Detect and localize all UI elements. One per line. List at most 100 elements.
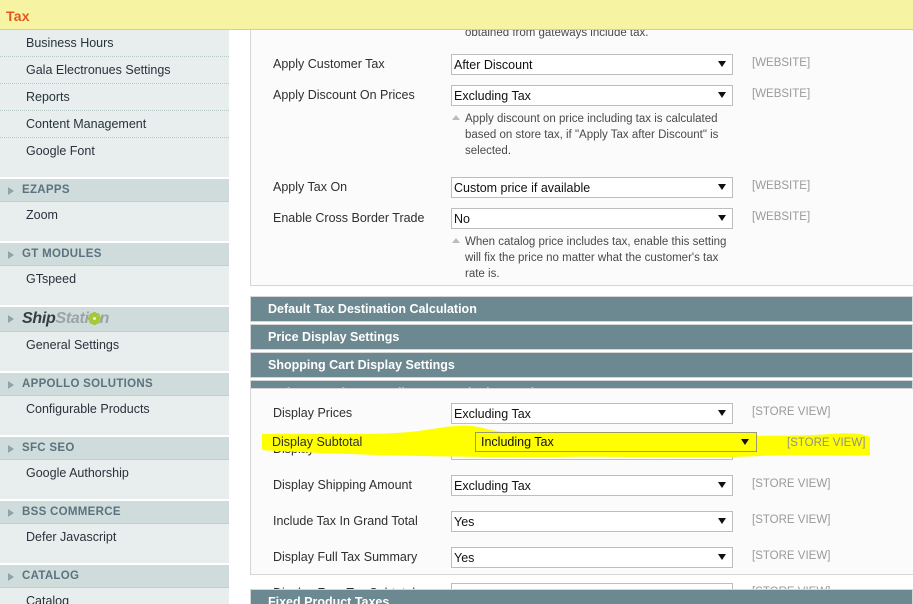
sidebar-group-header-shipstation[interactable]: ShipStatin bbox=[0, 306, 229, 332]
sidebar-item-label: Google Authorship bbox=[26, 466, 129, 480]
section-bar-label: Shopping Cart Display Settings bbox=[268, 358, 455, 372]
sidebar-item-label: Gala Electronues Settings bbox=[26, 63, 171, 77]
section-bar-price-display-settings[interactable]: Price Display Settings bbox=[250, 324, 913, 350]
display-full-tax-summary-select[interactable]: Yes bbox=[451, 547, 733, 568]
ghost-item-em-quickshop: EM Quickshop bbox=[26, 0, 111, 13]
chevron-right-icon bbox=[8, 445, 14, 453]
hint-text: Whether shipping amounts entered by admi… bbox=[465, 9, 707, 21]
sidebar-item-gala-electronues-settings[interactable]: Gala Electronues Settings bbox=[0, 57, 229, 84]
sidebar-group-spacer bbox=[0, 228, 229, 241]
sidebar-item-label: Catalog bbox=[26, 594, 69, 604]
triangle-up-icon bbox=[452, 11, 460, 16]
section-bar-default-tax-destination-calculation[interactable]: Default Tax Destination Calculation bbox=[250, 296, 913, 322]
sidebar-group-sfc-seo: SFC SEO Google Authorship bbox=[0, 436, 229, 500]
apply-discount-on-prices-select[interactable]: Excluding Tax bbox=[451, 85, 733, 106]
row-field[interactable]: Yes bbox=[451, 543, 735, 570]
row-label: Enable Cross Border Trade bbox=[251, 204, 451, 232]
row-apply-customer-tax: Apply Customer Tax After Discount [WEBSI… bbox=[251, 50, 913, 78]
sidebar-group-catalog: CATALOG Catalog bbox=[0, 564, 229, 604]
sidebar-group-spacer bbox=[0, 486, 229, 499]
sidebar-item-business-hours[interactable]: Business Hours bbox=[0, 30, 229, 57]
row-field[interactable]: Excluding Tax bbox=[451, 399, 735, 426]
section-bar-fixed-product-taxes[interactable]: Fixed Product Taxes bbox=[250, 589, 913, 604]
display-shipping-amount-select[interactable]: Excluding Tax bbox=[451, 475, 733, 496]
section-bar-label: Default Tax Destination Calculation bbox=[268, 302, 477, 316]
row-field[interactable]: No When catalog price includes tax, enab… bbox=[451, 204, 735, 285]
sidebar-group-label: APPOLLO SOLUTIONS bbox=[22, 378, 153, 390]
chevron-right-icon bbox=[8, 187, 14, 195]
apply-tax-on-select[interactable]: Custom price if available bbox=[451, 177, 733, 198]
sidebar-item-label: Configurable Products bbox=[26, 402, 150, 416]
sidebar-ghost-top: EM Quickshop Contacts bbox=[0, 0, 229, 30]
highlighted-select[interactable]: Including Tax bbox=[475, 432, 757, 452]
shipping-prices-hint-tail: obtained from gateways include tax. bbox=[451, 24, 735, 42]
row-display-shipping-amount: Display Shipping Amount Excluding Tax [S… bbox=[251, 471, 913, 499]
apply-discount-on-prices-hint: Apply discount on price including tax is… bbox=[451, 110, 735, 160]
row-scope: [WEBSITE] bbox=[735, 81, 810, 100]
shipping-prices-hint: Whether shipping amounts entered by admi… bbox=[451, 6, 735, 24]
row-display-prices: Display Prices Excluding Tax [STORE VIEW… bbox=[251, 399, 913, 427]
row-apply-discount-on-prices: Apply Discount On Prices Excluding Tax A… bbox=[251, 81, 913, 162]
gear-icon bbox=[89, 313, 100, 324]
row-label: Include Tax In Grand Total bbox=[251, 507, 451, 535]
sidebar-item-general-settings[interactable]: General Settings bbox=[0, 332, 229, 358]
hint-cell: Whether shipping amounts entered by admi… bbox=[451, 2, 735, 44]
highlighted-select-value: Including Tax bbox=[481, 435, 554, 449]
include-tax-in-grand-total-select[interactable]: Yes bbox=[451, 511, 733, 532]
shipstation-logo-part1: Ship bbox=[22, 310, 55, 327]
sidebar-item-gtspeed[interactable]: GTspeed bbox=[0, 266, 229, 292]
sidebar-item-content-management[interactable]: Content Management bbox=[0, 111, 229, 138]
enable-cross-border-trade-select[interactable]: No bbox=[451, 208, 733, 229]
sidebar-group-label: BSS COMMERCE bbox=[22, 506, 121, 518]
sidebar-item-label: Business Hours bbox=[26, 36, 114, 50]
top-yellow-overlay-edge bbox=[0, 29, 913, 30]
sidebar-group-header-appollo-solutions[interactable]: APPOLLO SOLUTIONS bbox=[0, 372, 229, 396]
sidebar-item-configurable-products[interactable]: Configurable Products bbox=[0, 396, 229, 422]
sidebar-item-google-font[interactable]: Google Font bbox=[0, 138, 229, 164]
row-include-tax-in-grand-total: Include Tax In Grand Total Yes [STORE VI… bbox=[251, 507, 913, 535]
sidebar-group-header-sfc-seo[interactable]: SFC SEO bbox=[0, 436, 229, 460]
sidebar-group-header-ezapps[interactable]: EZAPPS bbox=[0, 178, 229, 202]
sidebar-group-header-bss-commerce[interactable]: BSS COMMERCE bbox=[0, 500, 229, 524]
display-prices-select[interactable]: Excluding Tax bbox=[451, 403, 733, 424]
hint-spacer bbox=[251, 2, 451, 14]
sidebar-group-shipstation: ShipStatin General Settings bbox=[0, 306, 229, 372]
row-field[interactable]: Excluding Tax Apply discount on price in… bbox=[451, 81, 735, 162]
sidebar-item-reports[interactable]: Reports bbox=[0, 84, 229, 111]
calculation-settings-panel: Shipping Prices Excluding Tax [WEBSITE] … bbox=[250, 0, 913, 286]
sidebar-item-label: Defer Javascript bbox=[26, 530, 116, 544]
sidebar-group-spacer bbox=[0, 550, 229, 563]
sidebar-item-label: General Settings bbox=[26, 338, 119, 352]
sidebar-group-spacer bbox=[0, 422, 229, 435]
sidebar-group-header-gt-modules[interactable]: GT MODULES bbox=[0, 242, 229, 266]
sidebar-item-label: Reports bbox=[26, 90, 70, 104]
row-label: Apply Tax On bbox=[251, 173, 451, 201]
row-scope: [WEBSITE] bbox=[735, 204, 810, 223]
row-field[interactable]: Custom price if available bbox=[451, 173, 735, 200]
sidebar-group-header-catalog[interactable]: CATALOG bbox=[0, 564, 229, 588]
sidebar-item-zoom[interactable]: Zoom bbox=[0, 202, 229, 228]
apply-customer-tax-select[interactable]: After Discount bbox=[451, 54, 733, 75]
triangle-up-icon bbox=[452, 238, 460, 243]
row-label: Display Full Tax Summary bbox=[251, 543, 451, 571]
shipstation-logo-part3: n bbox=[100, 310, 109, 327]
section-bar-shopping-cart-display-settings[interactable]: Shopping Cart Display Settings bbox=[250, 352, 913, 378]
sidebar-item-catalog[interactable]: Catalog bbox=[0, 588, 229, 604]
sidebar-item-defer-javascript[interactable]: Defer Javascript bbox=[0, 524, 229, 550]
row-label: Display Subtotal bbox=[251, 435, 451, 463]
chevron-down-icon bbox=[741, 439, 749, 445]
row-field[interactable]: After Discount bbox=[451, 50, 735, 77]
row-field[interactable]: Excluding Tax bbox=[451, 0, 735, 1]
main-content: Shipping Prices Excluding Tax [WEBSITE] … bbox=[229, 0, 913, 604]
sidebar-item-label: Content Management bbox=[26, 117, 146, 131]
row-field[interactable]: Excluding Tax bbox=[451, 471, 735, 498]
orders-invoices-display-panel: Display Prices Excluding Tax [STORE VIEW… bbox=[250, 388, 913, 575]
sidebar-group-spacer bbox=[0, 292, 229, 305]
sidebar-group-ezapps: EZAPPS Zoom bbox=[0, 178, 229, 242]
enable-cross-border-trade-hint: When catalog price includes tax, enable … bbox=[451, 233, 735, 283]
row-label: Apply Discount On Prices bbox=[251, 81, 451, 109]
sidebar-item-google-authorship[interactable]: Google Authorship bbox=[0, 460, 229, 486]
row-field[interactable]: Yes bbox=[451, 507, 735, 534]
ghost-divider bbox=[0, 14, 229, 15]
section-bar-label: Price Display Settings bbox=[268, 330, 399, 344]
